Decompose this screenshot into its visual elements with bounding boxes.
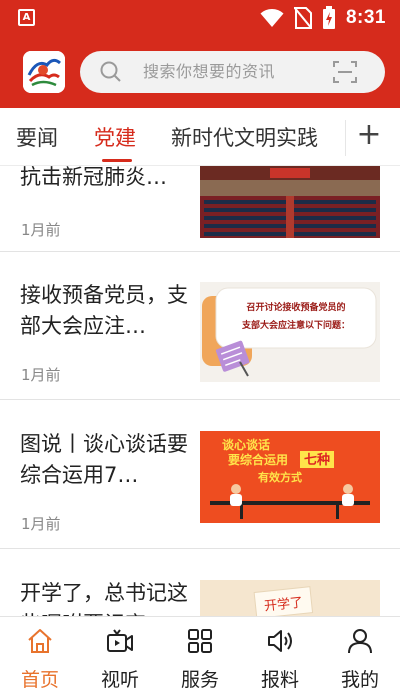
- nav-label-report: 报料: [260, 669, 299, 691]
- bottom-navigation: 首页 视听 服务 报料 我的: [0, 616, 400, 700]
- news-title: 开学了，总书记这些嘱咐要记牢: [20, 581, 188, 616]
- app-header: 搜索你想要的资讯: [0, 36, 400, 108]
- news-title: 图说丨谈心谈话要综合运用7…: [20, 432, 188, 487]
- thumb-caption-line1: 谈心谈话: [222, 437, 270, 452]
- video-icon: [107, 629, 133, 652]
- news-thumbnail: 开学了: [200, 580, 380, 616]
- clock-time: 8:31: [345, 7, 386, 28]
- status-icons: 8:31: [260, 6, 386, 30]
- news-item[interactable]: 开学了，总书记这些嘱咐要记牢 开学了: [0, 550, 400, 616]
- thumb-caption-line1: 召开讨论接收预备党员的: [246, 301, 345, 313]
- nav-label-video: 视听: [100, 669, 139, 691]
- news-thumbnail: 召开讨论接收预备党员的 支部大会应注意以下问题：: [200, 282, 380, 382]
- home-icon: [28, 629, 52, 653]
- search-bar[interactable]: 搜索你想要的资讯: [80, 51, 385, 93]
- scan-icon[interactable]: [333, 60, 357, 84]
- speaker-icon: [268, 630, 292, 652]
- tab-yaowen[interactable]: 要闻: [16, 122, 58, 152]
- nav-label-home: 首页: [20, 669, 59, 691]
- news-time: 1月前: [21, 221, 61, 239]
- nav-label-profile: 我的: [340, 669, 379, 691]
- search-placeholder: 搜索你想要的资讯: [143, 62, 276, 81]
- grid-icon: [188, 629, 212, 653]
- add-channel-button[interactable]: +: [349, 116, 389, 156]
- nav-report[interactable]: 报料: [240, 617, 320, 700]
- news-time: 1月前: [21, 366, 61, 384]
- tabs-divider: [345, 120, 346, 156]
- tab-dangjian[interactable]: 党建: [94, 122, 136, 152]
- news-feed[interactable]: 抗击新冠肺炎… 1月前 接收预备党员，支部大会应注… 1月前 召开讨论接收预备党…: [0, 166, 400, 616]
- news-title: 接收预备党员，支部大会应注…: [20, 283, 188, 338]
- wifi-icon: [260, 9, 284, 27]
- no-sim-icon: [293, 7, 312, 29]
- news-thumbnail: 谈心谈话 要综合运用 七种 有效方式: [200, 431, 380, 523]
- thumb-caption-line2: 支部大会应注意以下问题：: [241, 319, 350, 331]
- tab-civilization-practice[interactable]: 新时代文明实践: [171, 122, 318, 152]
- news-thumbnail: [200, 166, 380, 238]
- news-item[interactable]: 抗击新冠肺炎… 1月前: [0, 166, 400, 252]
- status-bar: A 8:31: [0, 0, 400, 36]
- app-logo[interactable]: [23, 51, 65, 93]
- battery-icon: [322, 6, 335, 29]
- nav-video[interactable]: 视听: [80, 617, 160, 700]
- channel-tabs: 要闻 党建 新时代文明实践 +: [0, 108, 400, 166]
- user-icon: [348, 629, 372, 654]
- app-notification-icon: A: [18, 9, 35, 26]
- thumb-caption-line3: 有效方式: [258, 470, 302, 484]
- news-time: 1月前: [21, 515, 61, 533]
- news-item[interactable]: 图说丨谈心谈话要综合运用7… 1月前 谈心谈话 要综合运用 七种 有效方式: [0, 401, 400, 549]
- active-tab-indicator: [102, 159, 132, 162]
- thumb-caption-line2: 要综合运用: [228, 452, 288, 467]
- thumb-highlight: 七种: [304, 452, 330, 468]
- nav-profile[interactable]: 我的: [320, 617, 400, 700]
- search-icon: [100, 61, 121, 82]
- nav-label-services: 服务: [180, 669, 219, 691]
- news-title: 抗击新冠肺炎…: [20, 166, 167, 189]
- nav-home[interactable]: 首页: [0, 617, 80, 700]
- nav-services[interactable]: 服务: [160, 617, 240, 700]
- news-item[interactable]: 接收预备党员，支部大会应注… 1月前 召开讨论接收预备党员的 支部大会应注意以下…: [0, 252, 400, 400]
